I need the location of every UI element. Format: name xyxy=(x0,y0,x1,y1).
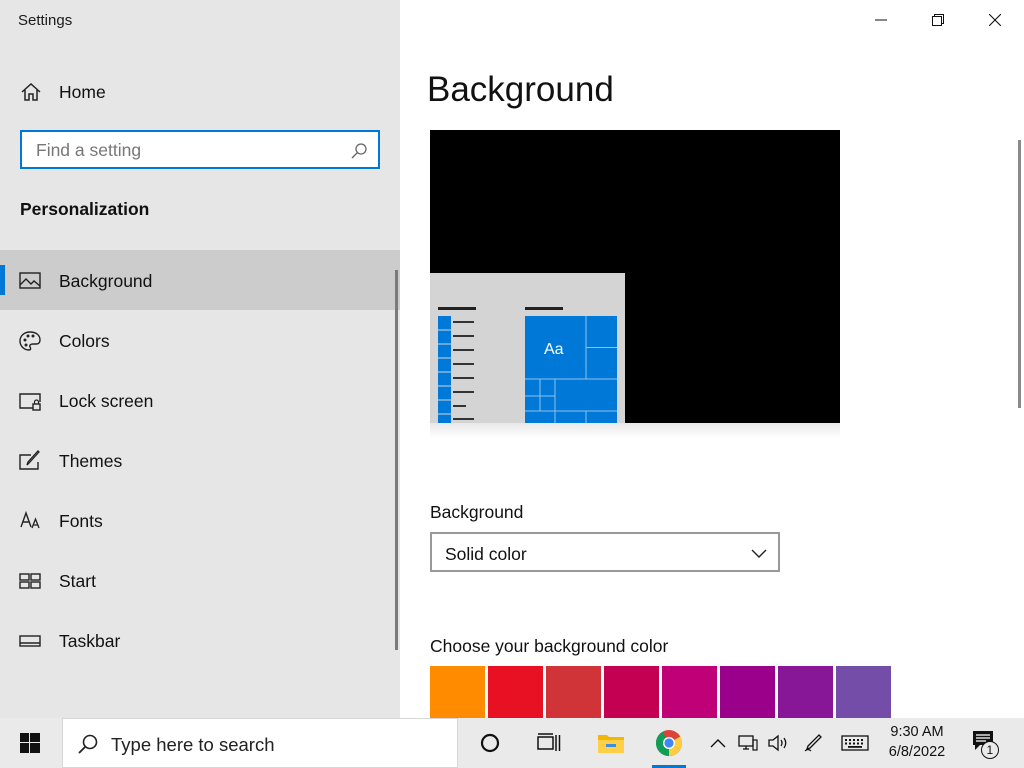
palette-icon xyxy=(19,331,41,351)
color-swatch[interactable] xyxy=(546,666,601,718)
find-setting-search-box[interactable] xyxy=(20,130,380,169)
sidebar-item-background[interactable]: Background xyxy=(0,250,400,310)
lock-screen-icon xyxy=(19,393,41,411)
home-icon xyxy=(21,82,41,101)
color-swatch[interactable] xyxy=(836,666,891,718)
pen-icon xyxy=(804,734,822,752)
start-button[interactable] xyxy=(0,718,60,768)
chrome-button[interactable] xyxy=(647,718,691,768)
dropdown-selected-value: Solid color xyxy=(445,544,527,564)
network-icon xyxy=(738,735,758,751)
notification-count: 1 xyxy=(986,743,994,757)
sidebar-item-taskbar[interactable]: Taskbar xyxy=(0,610,400,670)
sidebar-item-start[interactable]: Start xyxy=(0,550,400,610)
main-scrollbar[interactable] xyxy=(1018,140,1021,408)
keyboard-icon xyxy=(841,735,869,751)
touch-keyboard-button[interactable] xyxy=(838,718,872,768)
app-title: Settings xyxy=(18,12,73,29)
page-title: Background xyxy=(427,70,614,109)
minimize-button[interactable] xyxy=(858,6,904,36)
color-swatch[interactable] xyxy=(488,666,543,718)
home-label: Home xyxy=(59,82,106,102)
start-grid-icon xyxy=(19,573,41,589)
chrome-icon xyxy=(655,730,683,757)
chevron-up-icon xyxy=(710,739,726,748)
taskbar-search-box[interactable]: Type here to search xyxy=(62,718,458,768)
search-icon[interactable] xyxy=(350,142,368,160)
sidebar-item-label: Lock screen xyxy=(59,391,154,411)
themes-brush-icon xyxy=(19,450,40,470)
color-swatch[interactable] xyxy=(662,666,717,718)
task-view-button[interactable] xyxy=(527,718,571,768)
picture-icon xyxy=(19,272,41,289)
cortana-button[interactable] xyxy=(468,718,512,768)
preview-shadow xyxy=(430,423,840,438)
restore-icon xyxy=(932,14,944,26)
personalization-nav: Background Colors Lock screen Themes Fon… xyxy=(0,250,400,670)
home-nav-item[interactable]: Home xyxy=(0,72,400,112)
background-type-label: Background xyxy=(430,502,524,522)
file-explorer-button[interactable] xyxy=(589,718,633,768)
restore-button[interactable] xyxy=(915,6,961,36)
volume-button[interactable] xyxy=(763,718,793,768)
active-indicator xyxy=(0,265,5,295)
chevron-down-icon xyxy=(751,549,767,558)
background-color-label: Choose your background color xyxy=(430,636,669,656)
minimize-icon xyxy=(875,19,887,21)
taskbar-clock[interactable]: 9:30 AM 6/8/2022 xyxy=(880,722,954,762)
find-setting-input[interactable] xyxy=(36,140,336,160)
fonts-icon xyxy=(20,510,40,529)
color-swatch[interactable] xyxy=(778,666,833,718)
color-swatch-grid xyxy=(430,666,900,718)
sidebar-item-lock-screen[interactable]: Lock screen xyxy=(0,370,400,430)
sidebar: Settings Home Personalization Background xyxy=(0,0,400,718)
color-swatch[interactable] xyxy=(720,666,775,718)
background-type-dropdown[interactable]: Solid color xyxy=(430,532,780,572)
sidebar-item-label: Themes xyxy=(59,451,123,471)
sidebar-item-label: Background xyxy=(59,271,153,291)
taskbar-search-placeholder: Type here to search xyxy=(111,734,275,755)
color-swatch[interactable] xyxy=(430,666,485,718)
preview-start-layout xyxy=(438,307,617,423)
sidebar-item-fonts[interactable]: Fonts xyxy=(0,490,400,550)
color-swatch[interactable] xyxy=(604,666,659,718)
file-explorer-icon xyxy=(598,735,624,753)
cortana-circle-icon xyxy=(480,733,500,753)
windows-start-icon xyxy=(20,733,40,753)
section-title: Personalization xyxy=(20,199,150,219)
sidebar-item-label: Start xyxy=(59,571,96,591)
taskbar: Type here to search 9:30 AM 6/8/2022 1 xyxy=(0,718,1024,768)
task-view-icon xyxy=(537,733,561,751)
action-center-button[interactable]: 1 xyxy=(962,718,1014,768)
sidebar-item-label: Colors xyxy=(59,331,110,351)
preview-tile-text: Aa xyxy=(544,341,564,358)
pen-workspace-button[interactable] xyxy=(798,718,828,768)
sidebar-item-colors[interactable]: Colors xyxy=(0,310,400,370)
volume-icon xyxy=(768,734,787,752)
taskbar-icon xyxy=(19,635,41,647)
sidebar-item-label: Fonts xyxy=(59,511,103,531)
close-icon xyxy=(989,14,1001,26)
sidebar-scrollbar[interactable] xyxy=(395,270,398,650)
sidebar-item-label: Taskbar xyxy=(59,631,121,651)
desktop-preview: Aa xyxy=(430,130,840,423)
search-magnifier-icon xyxy=(78,734,98,754)
close-button[interactable] xyxy=(972,6,1018,36)
clock-date: 6/8/2022 xyxy=(888,744,946,760)
clock-time: 9:30 AM xyxy=(890,724,944,740)
preview-start-menu: Aa xyxy=(430,273,625,423)
show-hidden-icons-button[interactable] xyxy=(703,718,733,768)
network-button[interactable] xyxy=(733,718,763,768)
sidebar-item-themes[interactable]: Themes xyxy=(0,430,400,490)
